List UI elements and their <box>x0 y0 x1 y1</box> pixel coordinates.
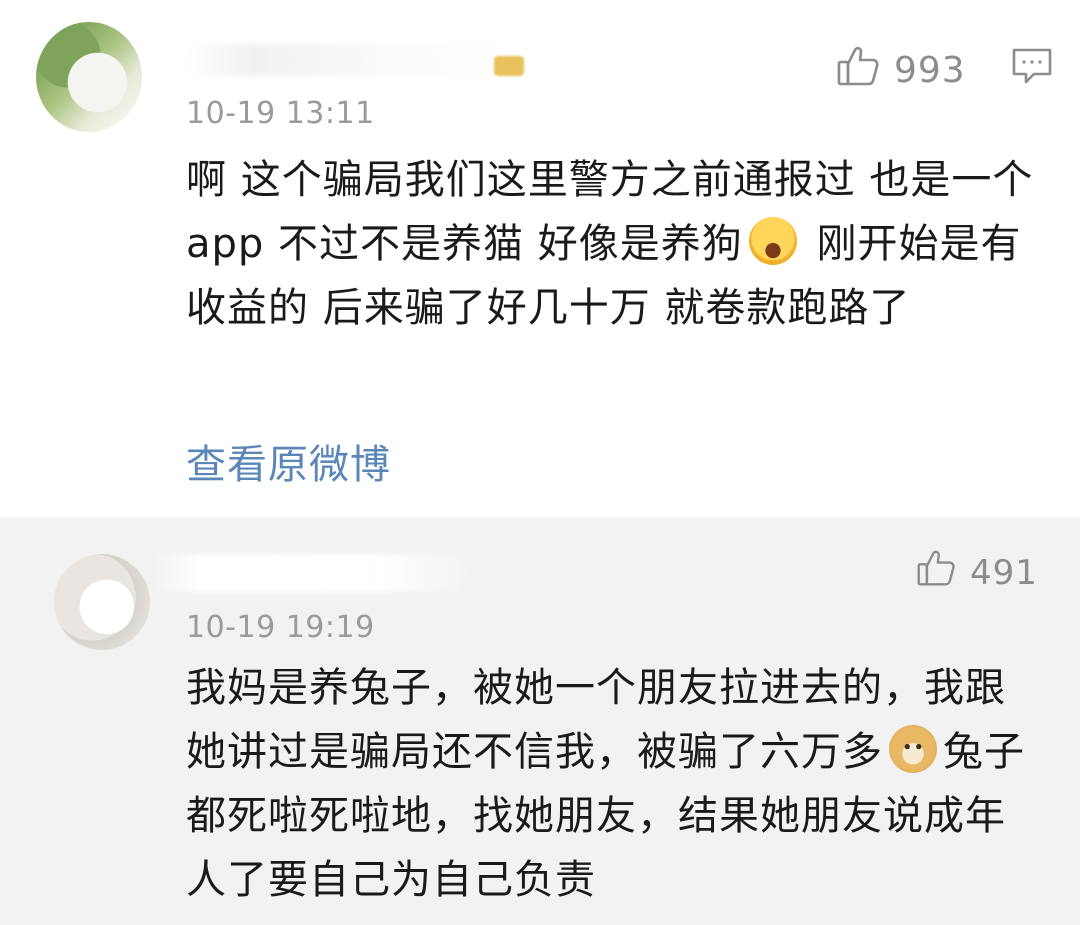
blurred-username[interactable] <box>150 554 474 592</box>
blurred-username[interactable] <box>186 44 522 76</box>
laughing-crying-emoji-icon <box>748 217 797 265</box>
comment-card: 10-19 13:11 993 啊 这个骗局我们这里警方之前通报过 也是一个ap… <box>0 0 1080 518</box>
comment-text: 我妈是养兔子，被她一个朋友拉进去的，我跟她讲过是骗局还不信我，被骗了六万多 兔子都… <box>186 656 1046 912</box>
reply-icon[interactable] <box>1010 46 1054 86</box>
like-count: 993 <box>894 50 966 91</box>
like-button[interactable]: 993 <box>836 44 966 97</box>
user-badge-icon <box>494 56 524 76</box>
comment-time: 10-19 13:11 <box>186 96 375 131</box>
thumbs-up-icon <box>916 548 956 597</box>
view-original-weibo-link[interactable]: 查看原微博 <box>186 432 391 490</box>
comment-text: 啊 这个骗局我们这里警方之前通报过 也是一个app 不过不是养猫 好像是养狗 刚… <box>186 148 1046 340</box>
doge-emoji-icon <box>889 725 937 773</box>
avatar[interactable] <box>36 22 142 132</box>
like-count: 491 <box>970 552 1038 593</box>
comment-thread: 10-19 13:11 993 啊 这个骗局我们这里警方之前通报过 也是一个ap… <box>0 0 1080 925</box>
avatar[interactable] <box>54 554 150 650</box>
comment-time: 10-19 19:19 <box>186 610 375 645</box>
comment-text-part: 我妈是养兔子，被她一个朋友拉进去的，我跟她讲过是骗局还不信我，被骗了六万多 <box>186 665 1006 775</box>
thumbs-up-icon <box>836 44 880 97</box>
like-button[interactable]: 491 <box>916 548 1038 597</box>
